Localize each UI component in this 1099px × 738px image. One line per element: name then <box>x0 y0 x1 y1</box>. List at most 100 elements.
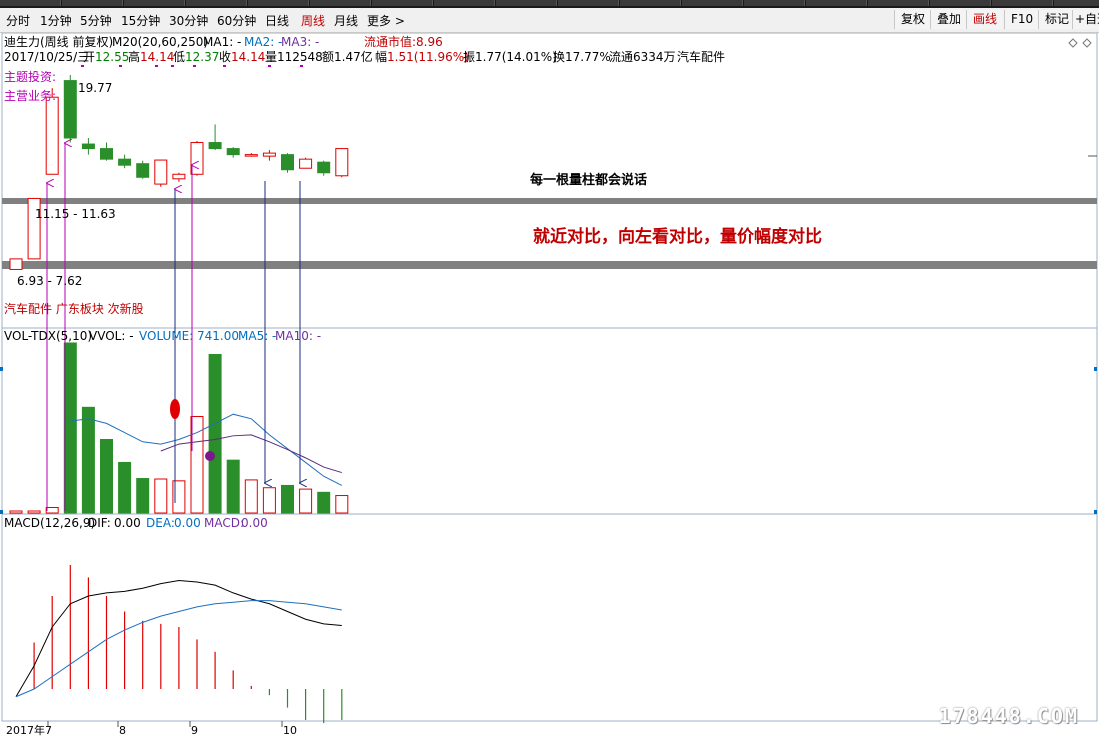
candle-body <box>154 159 168 185</box>
max-price-label: 19.77 <box>78 81 113 95</box>
axis-label: 2017年7 <box>6 724 52 737</box>
high-label: 高 <box>128 50 141 64</box>
low-label: 低 <box>173 50 186 64</box>
candle-body <box>81 143 95 150</box>
amount-label: 额 <box>322 50 335 64</box>
purple-volume-marker <box>205 451 215 461</box>
panel-edge-marker <box>1094 367 1097 371</box>
dea-value: 0.00 <box>174 516 201 530</box>
turnover-value: 17.77% <box>565 50 611 64</box>
period-15min[interactable]: 15分钟 <box>121 12 160 29</box>
overlay-button[interactable]: 叠加 <box>930 10 968 29</box>
period-fenshi[interactable]: 分时 <box>6 12 30 29</box>
candle-body <box>262 152 276 157</box>
period-weekly[interactable]: 周线 <box>301 12 325 29</box>
diamond-icon[interactable] <box>1082 38 1092 48</box>
candle-body <box>9 258 23 270</box>
vol-ma5: MA5: - <box>238 329 277 343</box>
panel-edge-marker <box>1094 510 1097 514</box>
time-axis-ticks <box>47 721 283 727</box>
high-value: 14.14 <box>140 50 175 64</box>
macd-indicator-name: MACD(12,26,9) <box>4 516 96 530</box>
annotation-volume-speaks: 每一根量柱都会说话 <box>530 173 648 188</box>
axis-label: 8 <box>119 724 126 737</box>
turnover-label: 换 <box>553 50 566 64</box>
volume-bar <box>9 510 23 514</box>
candle-body <box>63 80 77 139</box>
fuquan-button[interactable]: 复权 <box>894 10 932 29</box>
low-value: 12.37 <box>185 50 220 64</box>
close-value: 14.14 <box>231 50 266 64</box>
volume-bar <box>118 461 132 514</box>
volume-bar <box>45 506 59 514</box>
panel-edge-marker <box>0 510 3 514</box>
dot-marks <box>81 65 303 67</box>
macd-label: MACD: <box>204 516 245 530</box>
float-shares-label: 流通 <box>609 50 634 64</box>
volume-bar <box>136 478 150 514</box>
kline-chart[interactable] <box>0 33 1099 738</box>
volume-bar <box>244 479 258 514</box>
candle-body <box>208 142 222 150</box>
stock-name: 迪生力(周线 前复权) <box>4 35 114 49</box>
candle-body <box>172 173 186 180</box>
diamond-icon[interactable] <box>1068 38 1078 48</box>
candle-body <box>299 158 313 169</box>
ma1-value: MA1: - <box>203 35 242 49</box>
ma2-value: MA2: - <box>244 35 283 49</box>
industry-label: 汽车配件 <box>677 50 726 64</box>
period-daily[interactable]: 日线 <box>265 12 289 29</box>
candle-body <box>100 148 113 160</box>
amplitude-label: 振 <box>463 50 476 64</box>
volume-bar <box>63 342 77 514</box>
candle-body <box>118 158 132 166</box>
f10-button[interactable]: F10 <box>1004 10 1040 29</box>
close-label: 收 <box>219 50 232 64</box>
red-volume-marker <box>170 399 180 419</box>
candles-group <box>9 75 349 270</box>
volume-readout-label: VOLUME: <box>139 329 194 343</box>
float-market-value: 8.96 <box>416 35 443 49</box>
dif-label: DIF: <box>88 516 111 530</box>
sector-tags[interactable]: 汽车配件 广东板块 次新股 <box>4 302 144 316</box>
candle-body <box>317 161 331 174</box>
volume-readout: 741.00 <box>197 329 239 343</box>
add-watchlist-button[interactable]: +自选 <box>1072 10 1099 29</box>
period-60min[interactable]: 60分钟 <box>217 12 256 29</box>
volume-bar <box>27 510 41 514</box>
volume-bar <box>154 478 168 514</box>
volume-bar <box>317 491 331 514</box>
change-label: 幅 <box>375 50 388 64</box>
period-more[interactable]: 更多 > <box>367 12 405 29</box>
main-business-link[interactable]: 主营业务: <box>4 89 56 103</box>
draw-line-button[interactable]: 画线 <box>966 10 1004 29</box>
candle-body <box>335 148 349 177</box>
zone-upper-label: 11.15 - 11.63 <box>35 207 116 221</box>
volume-value: 112548 <box>277 50 323 64</box>
period-1min[interactable]: 1分钟 <box>40 12 72 29</box>
theme-investment-link[interactable]: 主题投资: <box>4 70 56 84</box>
dif-value: 0.00 <box>114 516 141 530</box>
volume-bar <box>262 487 276 514</box>
period-5min[interactable]: 5分钟 <box>80 12 112 29</box>
vvol-value: VVOL: - <box>89 329 134 343</box>
volume-bars-group <box>9 342 349 514</box>
volume-bar <box>299 488 313 514</box>
period-30min[interactable]: 30分钟 <box>169 12 208 29</box>
period-toolbar: 分时 1分钟 5分钟 15分钟 30分钟 60分钟 日线 周线 月线 更多 > … <box>0 8 1099 33</box>
volume-bar <box>226 459 240 514</box>
axis-label: 10 <box>283 724 297 737</box>
float-shares-value: 6334万 <box>633 50 676 64</box>
candle-body <box>45 96 59 175</box>
vol-ma10: MA10: - <box>275 329 322 343</box>
dea-label: DEA: <box>146 516 175 530</box>
volume-bar <box>281 484 294 514</box>
open-value: 12.55 <box>95 50 130 64</box>
mark-button[interactable]: 标记 <box>1038 10 1076 29</box>
volume-bar <box>335 495 349 514</box>
period-monthly[interactable]: 月线 <box>334 12 358 29</box>
vol-indicator-name: VOL-TDX(5,10) <box>4 329 93 343</box>
change-value: 1.51(11.96%) <box>387 50 469 64</box>
candle-body <box>136 163 150 178</box>
zone-band-upper <box>2 198 1097 204</box>
